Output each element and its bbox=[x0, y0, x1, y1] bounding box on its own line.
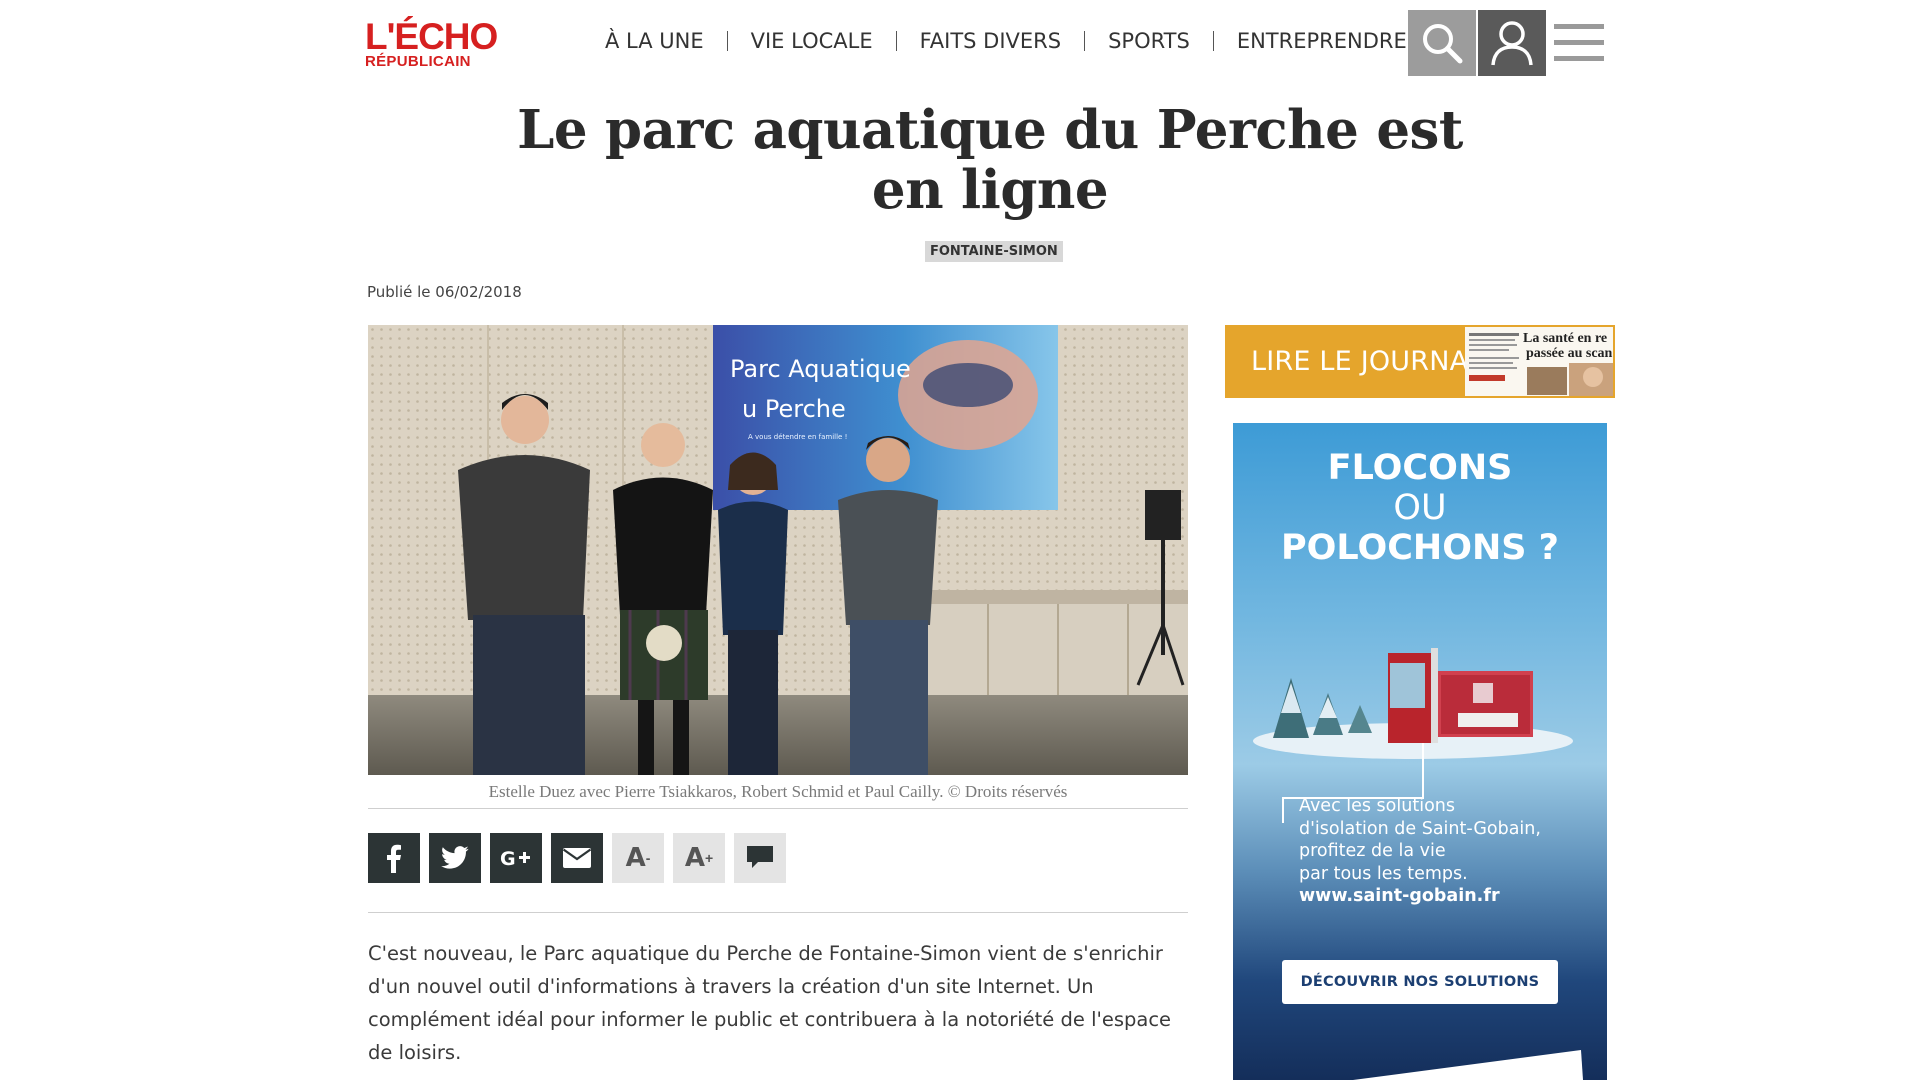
font-decrease-label: A bbox=[625, 843, 646, 873]
nav-item-vie-locale[interactable]: VIE LOCALE bbox=[751, 29, 873, 53]
nav-item-faits-divers[interactable]: FAITS DIVERS bbox=[920, 29, 1061, 53]
newspaper-thumbnail: La santé en re passée au scan bbox=[1465, 327, 1613, 396]
page: L'ÉCHO RÉPUBLICAIN À LA UNE VIE LOCALE F… bbox=[0, 0, 1920, 1080]
email-icon bbox=[563, 848, 591, 868]
menu-button[interactable] bbox=[1551, 10, 1607, 76]
newspaper-headline: La santé en re passée au scan bbox=[1523, 331, 1612, 361]
google-plus-share-button[interactable]: G bbox=[490, 833, 542, 883]
photo-illustration: Parc Aquatique u Perche A vous détendre … bbox=[368, 325, 1188, 775]
search-icon bbox=[1423, 24, 1463, 64]
menu-icon bbox=[1554, 24, 1604, 61]
newspaper-headline-2: passée au scan bbox=[1526, 346, 1613, 361]
ad-headline-3: POLOCHONS ? bbox=[1281, 528, 1559, 568]
ad-cta-button[interactable]: DÉCOUVRIR NOS SOLUTIONS bbox=[1282, 960, 1558, 1004]
twitter-icon bbox=[441, 846, 469, 869]
publish-date: Publié le 06/02/2018 bbox=[367, 283, 522, 301]
ad-text-2: d'isolation de Saint-Gobain, bbox=[1299, 818, 1541, 839]
site-logo[interactable]: L'ÉCHO RÉPUBLICAIN bbox=[365, 18, 505, 69]
read-newspaper-banner[interactable]: LIRE LE JOURNAL La santé en re passée au… bbox=[1225, 325, 1615, 398]
ad-text-4: par tous les temps. bbox=[1299, 863, 1468, 884]
article-photo[interactable]: Parc Aquatique u Perche A vous détendre … bbox=[368, 325, 1188, 775]
font-increase-label: A bbox=[684, 843, 705, 873]
user-icon bbox=[1491, 21, 1533, 66]
nav-separator bbox=[895, 31, 897, 51]
ad-headline-1: FLOCONS bbox=[1327, 448, 1513, 488]
ad-bottom-shape bbox=[1353, 1050, 1583, 1080]
photo-screen-subtitle: A vous détendre en famille ! bbox=[748, 433, 847, 441]
main-nav: À LA UNE VIE LOCALE FAITS DIVERS SPORTS … bbox=[605, 29, 1407, 53]
logo-main-text: L'ÉCHO bbox=[365, 16, 498, 57]
location-tag[interactable]: FONTAINE-SIMON bbox=[925, 241, 1063, 262]
facebook-icon bbox=[387, 844, 401, 873]
advertisement[interactable]: FLOCONS OU POLOCHONS ? Avec les solution… bbox=[1233, 423, 1607, 1080]
photo-screen-title-2: u Perche bbox=[742, 395, 846, 423]
nav-item-entreprendre[interactable]: ENTREPRENDRE bbox=[1237, 29, 1407, 53]
nav-separator bbox=[1084, 31, 1086, 51]
search-button[interactable] bbox=[1408, 10, 1476, 76]
ad-headline-2: OU bbox=[1393, 488, 1447, 528]
minus-icon: - bbox=[645, 850, 651, 866]
ad-url[interactable]: www.saint-gobain.fr bbox=[1299, 885, 1541, 908]
nav-item-a-la-une[interactable]: À LA UNE bbox=[605, 29, 704, 53]
photo-screen-title-1: Parc Aquatique bbox=[730, 355, 911, 383]
font-increase-button[interactable]: A + bbox=[673, 833, 725, 883]
ad-text-1: Avec les solutions bbox=[1299, 796, 1455, 816]
svg-text:G: G bbox=[500, 848, 516, 869]
ad-illustration bbox=[1253, 648, 1573, 823]
share-bar: G A- A + bbox=[368, 833, 795, 883]
share-divider bbox=[368, 912, 1188, 913]
ad-body: Avec les solutions d'isolation de Saint-… bbox=[1299, 795, 1541, 908]
account-button[interactable] bbox=[1478, 10, 1546, 76]
nav-item-sports[interactable]: SPORTS bbox=[1108, 29, 1190, 53]
nav-separator bbox=[726, 31, 728, 51]
email-share-button[interactable] bbox=[551, 833, 603, 883]
nav-separator bbox=[1212, 31, 1214, 51]
facebook-share-button[interactable] bbox=[368, 833, 420, 883]
read-newspaper-label: LIRE LE JOURNAL bbox=[1251, 346, 1484, 377]
article-body: C'est nouveau, le Parc aquatique du Perc… bbox=[368, 942, 1172, 1064]
newspaper-headline-1: La santé en re bbox=[1523, 331, 1608, 346]
ad-headline: FLOCONS OU POLOCHONS ? bbox=[1233, 448, 1607, 568]
photo-caption: Estelle Duez avec Pierre Tsiakkaros, Rob… bbox=[488, 782, 1068, 801]
comment-icon bbox=[747, 846, 773, 868]
plus-icon: + bbox=[704, 850, 714, 866]
twitter-share-button[interactable] bbox=[429, 833, 481, 883]
article-title: Le parc aquatique du Perche est en ligne bbox=[517, 99, 1463, 221]
comment-button[interactable] bbox=[734, 833, 786, 883]
font-decrease-button[interactable]: A- bbox=[612, 833, 664, 883]
google-plus-icon: G bbox=[500, 848, 530, 869]
caption-divider bbox=[368, 808, 1188, 809]
ad-text-3: profitez de la vie bbox=[1299, 841, 1446, 861]
